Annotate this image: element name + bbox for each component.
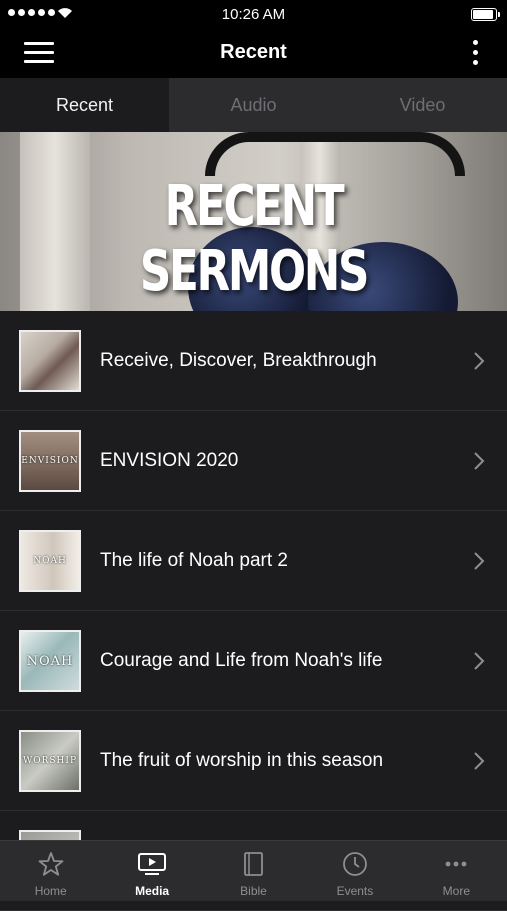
- chevron-right-icon: [474, 752, 485, 770]
- tab-bar-home[interactable]: Home: [0, 841, 101, 901]
- media-tabs: Recent Audio Video: [0, 78, 507, 132]
- sermon-title: ENVISION 2020: [100, 450, 239, 471]
- sermon-title: The life of Noah part 2: [100, 550, 288, 571]
- tab-bar-bible[interactable]: Bible: [203, 841, 304, 901]
- tab-bar-media[interactable]: Media: [101, 841, 202, 901]
- tab-video[interactable]: Video: [338, 78, 507, 132]
- tab-bar-events[interactable]: Events: [304, 841, 405, 901]
- tab-bar-label: Events: [336, 884, 374, 898]
- book-icon: [243, 852, 263, 876]
- battery-icon: [471, 8, 500, 21]
- thumbnail-text: WORSHIP: [22, 756, 78, 766]
- navigation-bar: Recent: [0, 28, 507, 78]
- sermon-thumbnail: NOAH: [19, 530, 81, 592]
- tab-recent[interactable]: Recent: [0, 78, 169, 132]
- page-title: Recent: [220, 41, 287, 63]
- chevron-right-icon: [474, 652, 485, 670]
- tab-bar-label: Media: [135, 884, 170, 898]
- tab-bar-label: More: [442, 884, 470, 898]
- recent-sermons-banner: RECENT SERMONS: [0, 132, 507, 311]
- more-icon: [445, 861, 467, 867]
- thumbnail-text: NOAH: [33, 556, 67, 566]
- chevron-right-icon: [474, 452, 485, 470]
- headphones-image: [205, 132, 465, 176]
- tab-bar-label: Bible: [240, 884, 267, 898]
- thumbnail-text: NOAH: [26, 653, 74, 669]
- more-options-icon[interactable]: [471, 40, 479, 66]
- sermon-thumbnail: ENVISION: [19, 430, 81, 492]
- sermon-list-item[interactable]: Receive, Discover, Breakthrough: [0, 311, 507, 411]
- sermon-thumbnail: WORSHIP: [19, 730, 81, 792]
- chevron-right-icon: [474, 552, 485, 570]
- bottom-tab-bar: Home Media Bible Events More: [0, 840, 507, 901]
- banner-title: RECENT SERMONS: [139, 174, 370, 304]
- clock-icon: [343, 852, 367, 876]
- star-icon: [38, 852, 64, 876]
- sermon-list-item[interactable]: NOAH Courage and Life from Noah's life: [0, 611, 507, 711]
- sermon-thumbnail: [19, 330, 81, 392]
- sermon-list-item[interactable]: ENVISION ENVISION 2020: [0, 411, 507, 511]
- sermon-title: Courage and Life from Noah's life: [100, 650, 383, 671]
- sermon-thumbnail: NOAH: [19, 630, 81, 692]
- tab-bar-more[interactable]: More: [406, 841, 507, 901]
- status-time: 10:26 AM: [221, 6, 286, 23]
- sermon-title: Receive, Discover, Breakthrough: [100, 350, 377, 371]
- sermon-list-item[interactable]: WORSHIP The fruit of worship in this sea…: [0, 711, 507, 811]
- chevron-right-icon: [474, 352, 485, 370]
- tab-bar-label: Home: [34, 884, 67, 898]
- status-bar: 10:26 AM: [0, 0, 507, 28]
- sermon-title: The fruit of worship in this season: [100, 750, 384, 771]
- tab-audio[interactable]: Audio: [169, 78, 338, 132]
- media-icon: [138, 853, 167, 875]
- sermon-list: Receive, Discover, Breakthrough ENVISION…: [0, 311, 507, 911]
- sermon-list-item[interactable]: NOAH The life of Noah part 2: [0, 511, 507, 611]
- thumbnail-text: ENVISION: [21, 456, 79, 466]
